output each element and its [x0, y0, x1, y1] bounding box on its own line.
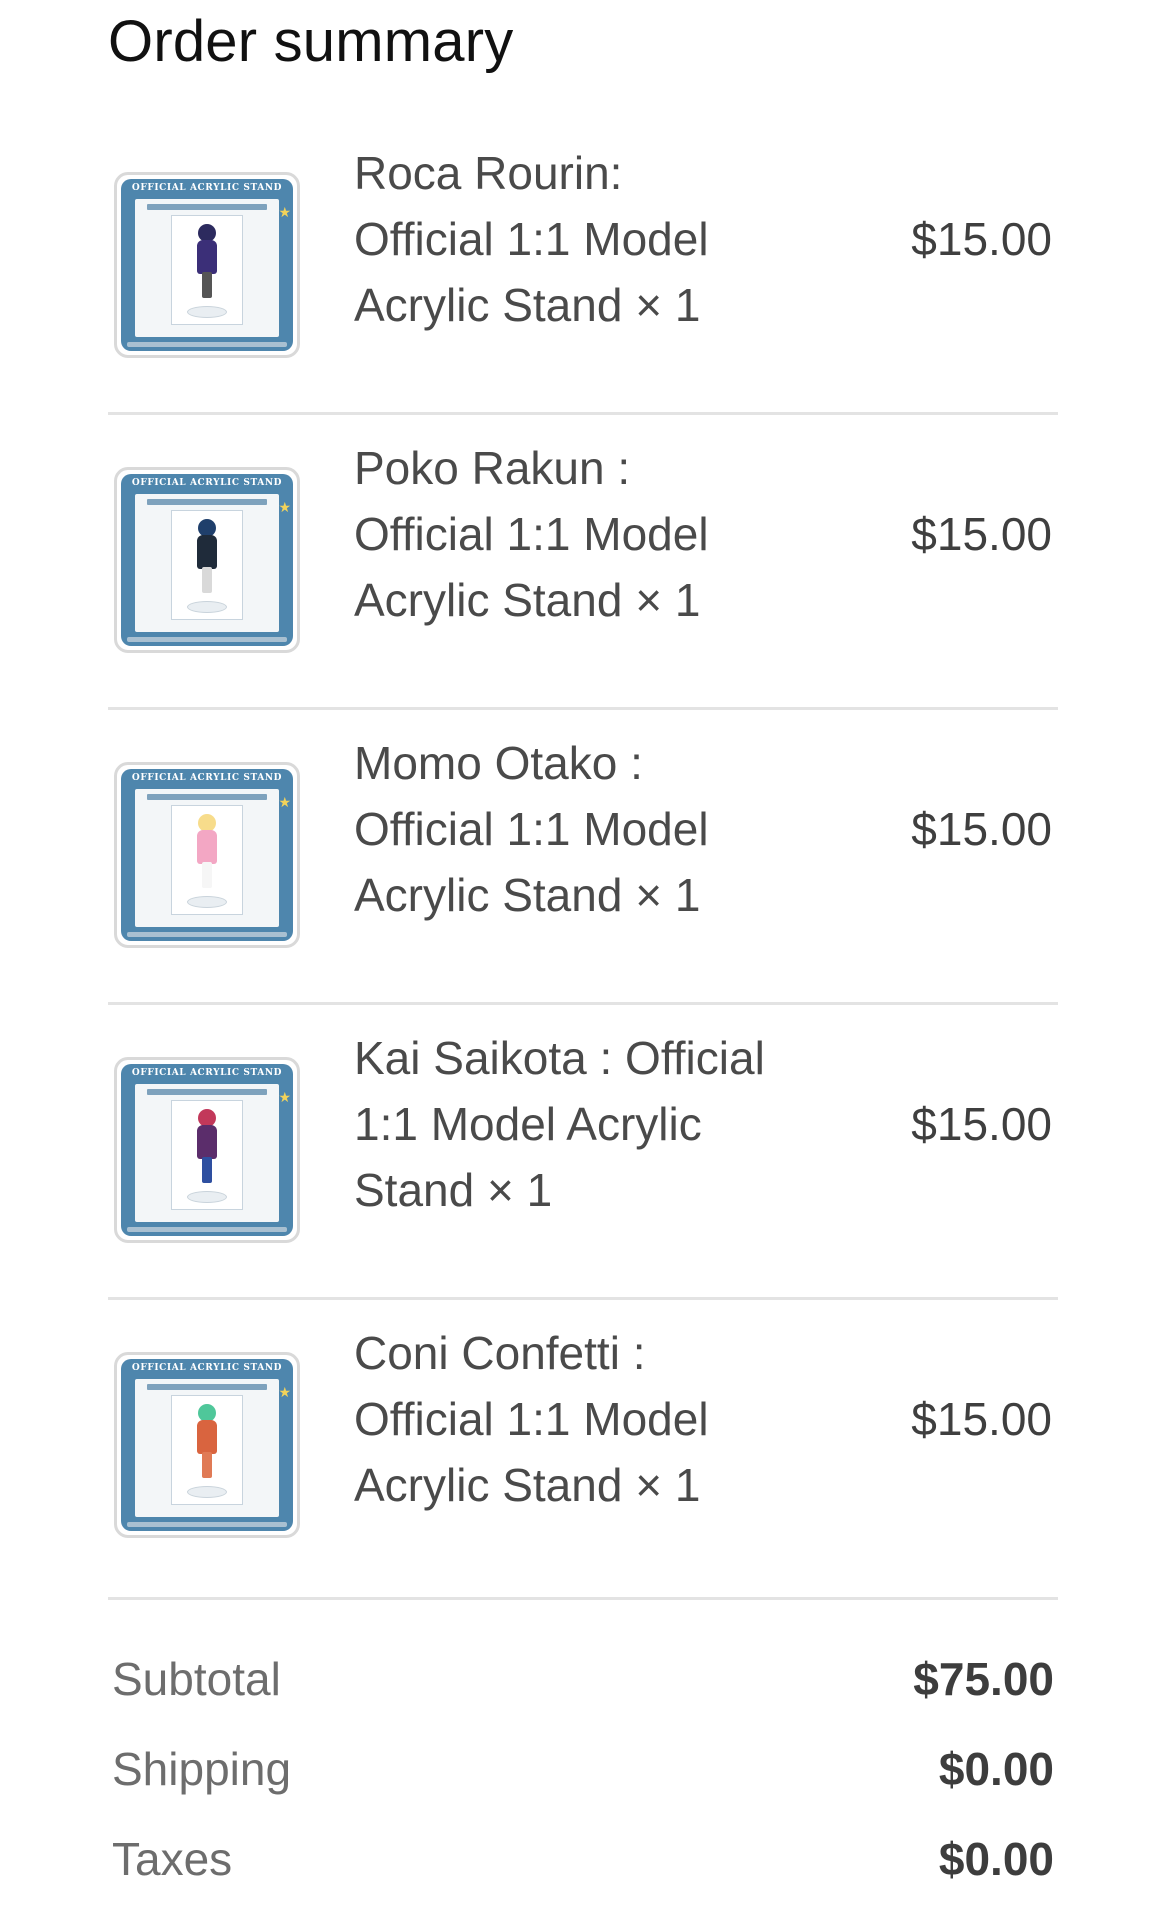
order-totals: Subtotal $75.00 Shipping $0.00 Taxes $0.…: [108, 1640, 1058, 1910]
order-items-list: OFFICIAL ACRYLIC STAND ★ Roca Rourin: Of…: [108, 120, 1058, 1600]
character-figure-icon: [194, 1109, 220, 1191]
product-price: $15.00: [911, 803, 1052, 855]
product-price: $15.00: [911, 1393, 1052, 1445]
shipping-row: Shipping $0.00: [108, 1730, 1058, 1820]
order-item[interactable]: OFFICIAL ACRYLIC STAND ★: [108, 120, 1058, 415]
thumbnail-label: OFFICIAL ACRYLIC STAND: [131, 183, 283, 193]
star-icon: ★: [278, 1384, 291, 1400]
product-thumbnail: OFFICIAL ACRYLIC STAND ★: [114, 172, 300, 358]
product-name: Kai Saikota : Official 1:1 Model Acrylic…: [354, 1032, 765, 1216]
order-summary-page: Order summary OFFICIAL ACRYLIC STAND ★ R…: [0, 0, 1169, 1924]
order-item[interactable]: OFFICIAL ACRYLIC STAND ★: [108, 1005, 1058, 1300]
shipping-value: $0.00: [938, 1743, 1054, 1795]
product-thumbnail: OFFICIAL ACRYLIC STAND ★: [114, 762, 300, 948]
product-name: Poko Rakun : Official 1:1 Model Acrylic …: [354, 442, 709, 626]
product-name: Coni Confetti : Official 1:1 Model Acryl…: [354, 1327, 709, 1511]
star-icon: ★: [278, 204, 291, 220]
character-figure-icon: [194, 814, 220, 896]
taxes-row: Taxes $0.00: [108, 1820, 1058, 1910]
star-icon: ★: [278, 794, 291, 810]
order-item[interactable]: OFFICIAL ACRYLIC STAND ★: [108, 1300, 1058, 1600]
product-thumbnail: OFFICIAL ACRYLIC STAND ★: [114, 1057, 300, 1243]
product-name: Momo Otako : Official 1:1 Model Acrylic …: [354, 737, 709, 921]
star-icon: ★: [278, 1089, 291, 1105]
thumbnail-label: OFFICIAL ACRYLIC STAND: [131, 1068, 283, 1078]
taxes-label: Taxes: [112, 1833, 233, 1885]
order-item[interactable]: OFFICIAL ACRYLIC STAND ★: [108, 710, 1058, 1005]
character-figure-icon: [194, 224, 220, 306]
thumbnail-label: OFFICIAL ACRYLIC STAND: [131, 773, 283, 783]
character-figure-icon: [194, 1404, 220, 1486]
subtotal-value: $75.00: [913, 1653, 1054, 1705]
star-icon: ★: [278, 499, 291, 515]
product-price: $15.00: [911, 1098, 1052, 1150]
subtotal-label: Subtotal: [112, 1653, 281, 1705]
thumbnail-label: OFFICIAL ACRYLIC STAND: [131, 478, 283, 488]
character-figure-icon: [194, 519, 220, 601]
product-thumbnail: OFFICIAL ACRYLIC STAND ★: [114, 1352, 300, 1538]
taxes-value: $0.00: [938, 1833, 1054, 1885]
product-name: Roca Rourin: Official 1:1 Model Acrylic …: [354, 147, 709, 331]
shipping-label: Shipping: [112, 1743, 292, 1795]
order-item[interactable]: OFFICIAL ACRYLIC STAND ★: [108, 415, 1058, 710]
product-price: $15.00: [911, 508, 1052, 560]
thumbnail-label: OFFICIAL ACRYLIC STAND: [131, 1363, 283, 1373]
page-title: Order summary: [108, 9, 514, 74]
subtotal-row: Subtotal $75.00: [108, 1640, 1058, 1730]
product-thumbnail: OFFICIAL ACRYLIC STAND ★: [114, 467, 300, 653]
product-price: $15.00: [911, 213, 1052, 265]
